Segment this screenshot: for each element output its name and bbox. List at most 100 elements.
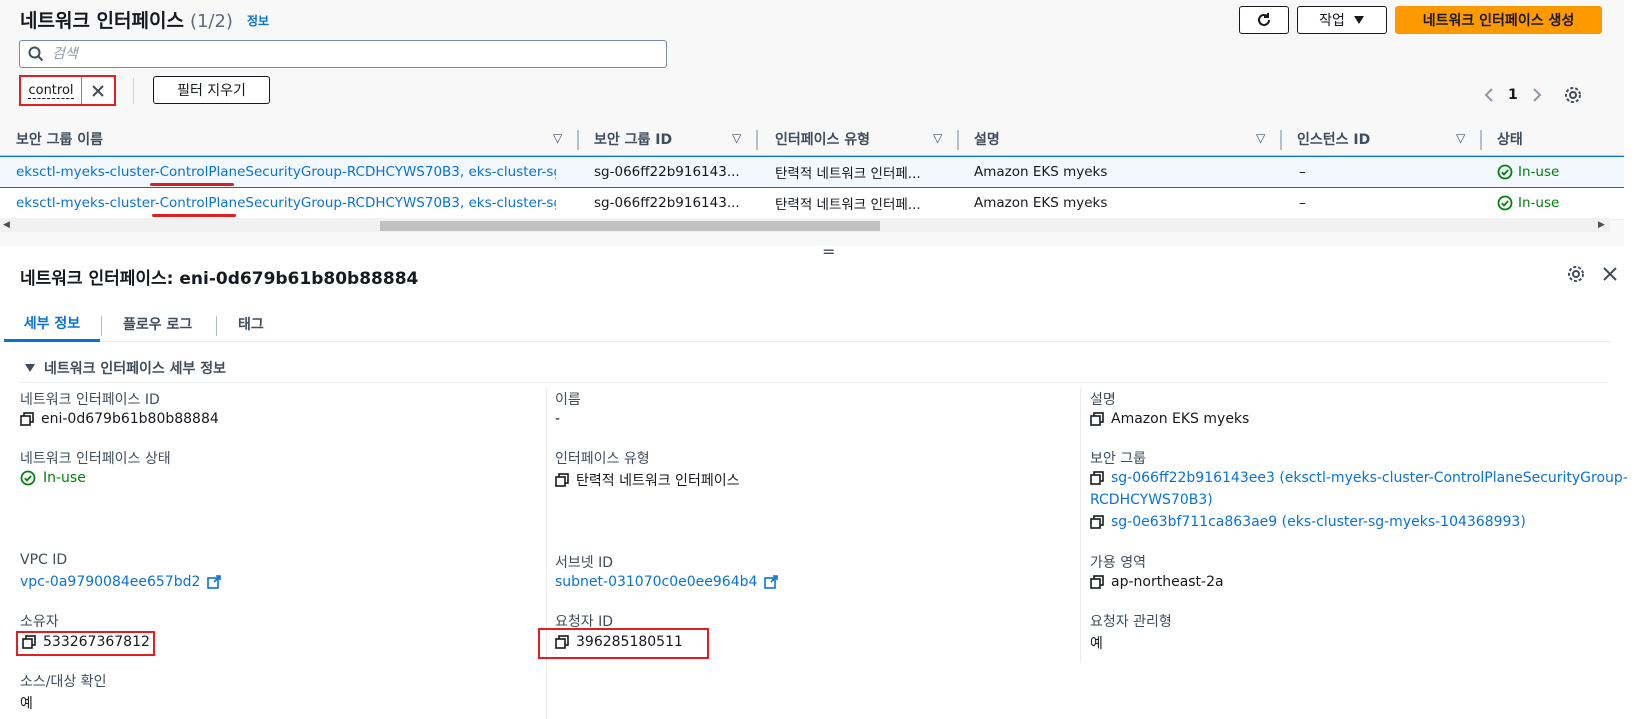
tab-flow-logs[interactable]: 플로우 로그	[123, 306, 192, 342]
scrollbar-thumb[interactable]	[380, 221, 880, 231]
chevron-left-icon[interactable]	[1484, 87, 1494, 103]
caret-down-icon	[25, 364, 35, 372]
owner-value: 533267367812	[22, 634, 150, 650]
copy-icon[interactable]	[1090, 471, 1104, 485]
chevron-right-icon[interactable]	[1532, 87, 1542, 103]
refresh-button[interactable]	[1239, 6, 1289, 34]
availability-zone-text: ap-northeast-2a	[1111, 574, 1224, 590]
column-resizer[interactable]	[756, 130, 758, 150]
filter-token-label[interactable]: control	[21, 77, 82, 104]
detail-title: 네트워크 인터페이스: eni-0d679b61b80b88884	[20, 269, 419, 289]
vpc-id-text: vpc-0a9790084ee657bd2	[20, 574, 201, 590]
search-icon	[28, 46, 44, 62]
copy-icon[interactable]	[555, 635, 569, 649]
copy-icon[interactable]	[20, 412, 34, 426]
vpc-id-link[interactable]: vpc-0a9790084ee657bd2	[20, 574, 222, 590]
copy-icon[interactable]	[22, 635, 36, 649]
column-resizer[interactable]	[957, 130, 959, 150]
copy-icon[interactable]	[1090, 412, 1104, 426]
actions-label: 작업	[1319, 13, 1345, 29]
clear-filters-button[interactable]: 필터 지우기	[153, 76, 270, 104]
actions-dropdown-button[interactable]: 작업	[1297, 6, 1387, 34]
description-label: 설명	[1090, 392, 1116, 408]
filter-token[interactable]: control	[19, 75, 116, 106]
table-row[interactable]: eksctl-myeks-cluster- ControlPlane Securit…	[0, 156, 1624, 188]
gear-icon[interactable]	[1564, 86, 1582, 104]
security-group-link-2[interactable]: sg-0e63bf711ca863ae9 (eks-cluster-sg-mye…	[1090, 514, 1526, 530]
sg-name-prefix: eksctl-myeks-cluster-	[16, 195, 160, 211]
security-group-link-1[interactable]: sg-066ff22b916143ee3 (eksctl-myeks-clust…	[1090, 470, 1628, 486]
column-header-interface-type[interactable]: 인터페이스 유형	[775, 122, 870, 156]
owner-text: 533267367812	[43, 634, 150, 650]
table-row[interactable]: eksctl-myeks-cluster- ControlPlane Securit…	[0, 188, 1624, 220]
column-header-sg-id[interactable]: 보안 그룹 ID	[594, 122, 672, 156]
refresh-icon	[1258, 13, 1270, 26]
eni-status-label: 네트워크 인터페이스 상태	[20, 451, 171, 467]
section-divider	[20, 382, 1608, 383]
column-header-status[interactable]: 상태	[1497, 122, 1523, 156]
scroll-right-arrow-icon[interactable]: ▶	[1598, 220, 1605, 230]
match-highlight-underline	[150, 183, 234, 186]
interface-type-text: 탄력적 네트워크 인터페이스	[576, 473, 740, 489]
copy-icon[interactable]	[1090, 575, 1104, 589]
name-label: 이름	[555, 392, 581, 408]
sort-icon[interactable]: ▽	[732, 131, 741, 145]
scroll-left-arrow-icon[interactable]: ◀	[3, 220, 10, 230]
sg-name-match: ControlPlane	[159, 164, 246, 180]
page-number[interactable]: 1	[1508, 87, 1518, 103]
column-resizer[interactable]	[1280, 130, 1282, 150]
section-header[interactable]: 네트워크 인터페이스 세부 정보	[24, 358, 226, 378]
description-text: Amazon EKS myeks	[1111, 411, 1250, 427]
status-text: In-use	[1518, 164, 1560, 180]
column-header-description[interactable]: 설명	[974, 122, 1000, 156]
split-panel-resize-handle[interactable]: =	[822, 244, 835, 260]
instance-id-cell: –	[1299, 164, 1306, 180]
sg-name-link[interactable]: eksctl-myeks-cluster- ControlPlane Securit…	[16, 157, 556, 187]
sg-id-cell: sg-066ff22b916143...	[594, 164, 740, 180]
sort-icon[interactable]: ▽	[553, 131, 562, 145]
tab-details[interactable]: 세부 정보	[4, 306, 100, 342]
src-dst-check-label: 소스/대상 확인	[20, 674, 107, 690]
copy-icon[interactable]	[555, 473, 569, 487]
eni-id-label: 네트워크 인터페이스 ID	[20, 392, 160, 408]
src-dst-check-value: 예	[20, 696, 33, 712]
subnet-id-label: 서브넷 ID	[555, 555, 613, 571]
tab-tags[interactable]: 태그	[238, 306, 264, 342]
sg-name-match: ControlPlane	[159, 195, 246, 211]
sg-name-suffix: SecurityGroup-RCDHCYWS70B3, eks-cluster-…	[245, 164, 556, 180]
search-field[interactable]	[19, 40, 667, 68]
check-circle-icon	[20, 470, 36, 486]
sort-icon[interactable]: ▽	[933, 131, 942, 145]
info-link[interactable]: 정보	[247, 12, 269, 29]
subnet-id-link[interactable]: subnet-031070c0e0ee964b4	[555, 574, 779, 590]
vpc-id-label: VPC ID	[20, 552, 68, 568]
requester-id-text: 396285180511	[576, 634, 683, 650]
eni-status-text: In-use	[43, 470, 86, 486]
description-cell: Amazon EKS myeks	[974, 195, 1108, 211]
column-resizer[interactable]	[1480, 130, 1482, 150]
copy-icon[interactable]	[1090, 515, 1104, 529]
search-input[interactable]	[52, 46, 652, 62]
security-group-2-text: sg-0e63bf711ca863ae9 (eks-cluster-sg-mye…	[1111, 514, 1526, 530]
close-icon[interactable]	[1603, 267, 1617, 281]
column-header-instance-id[interactable]: 인스턴스 ID	[1297, 122, 1370, 156]
column-header-sg-name[interactable]: 보안 그룹 이름	[16, 122, 103, 156]
status-badge: In-use	[1497, 157, 1559, 187]
tab-divider	[216, 316, 217, 336]
sort-icon[interactable]: ▽	[1256, 131, 1265, 145]
horizontal-scrollbar[interactable]: ◀ ▶	[0, 218, 1610, 232]
sg-name-link[interactable]: eksctl-myeks-cluster- ControlPlane Securit…	[16, 188, 556, 218]
eni-id-text: eni-0d679b61b80b88884	[41, 411, 219, 427]
gear-icon[interactable]	[1567, 265, 1585, 283]
interface-type-cell: 탄력적 네트워크 인터페...	[775, 166, 921, 182]
create-network-interface-button[interactable]: 네트워크 인터페이스 생성	[1395, 6, 1602, 34]
column-resizer[interactable]	[577, 130, 579, 150]
eni-status-badge: In-use	[20, 470, 86, 486]
remove-filter-button[interactable]	[82, 77, 114, 104]
instance-id-cell: –	[1299, 195, 1306, 211]
filter-token-text: control	[28, 82, 74, 99]
sg-id-cell: sg-066ff22b916143...	[594, 195, 740, 211]
sort-icon[interactable]: ▽	[1456, 131, 1465, 145]
owner-label: 소유자	[20, 614, 59, 630]
security-group-link-1-cont[interactable]: RCDHCYWS70B3)	[1090, 492, 1213, 508]
